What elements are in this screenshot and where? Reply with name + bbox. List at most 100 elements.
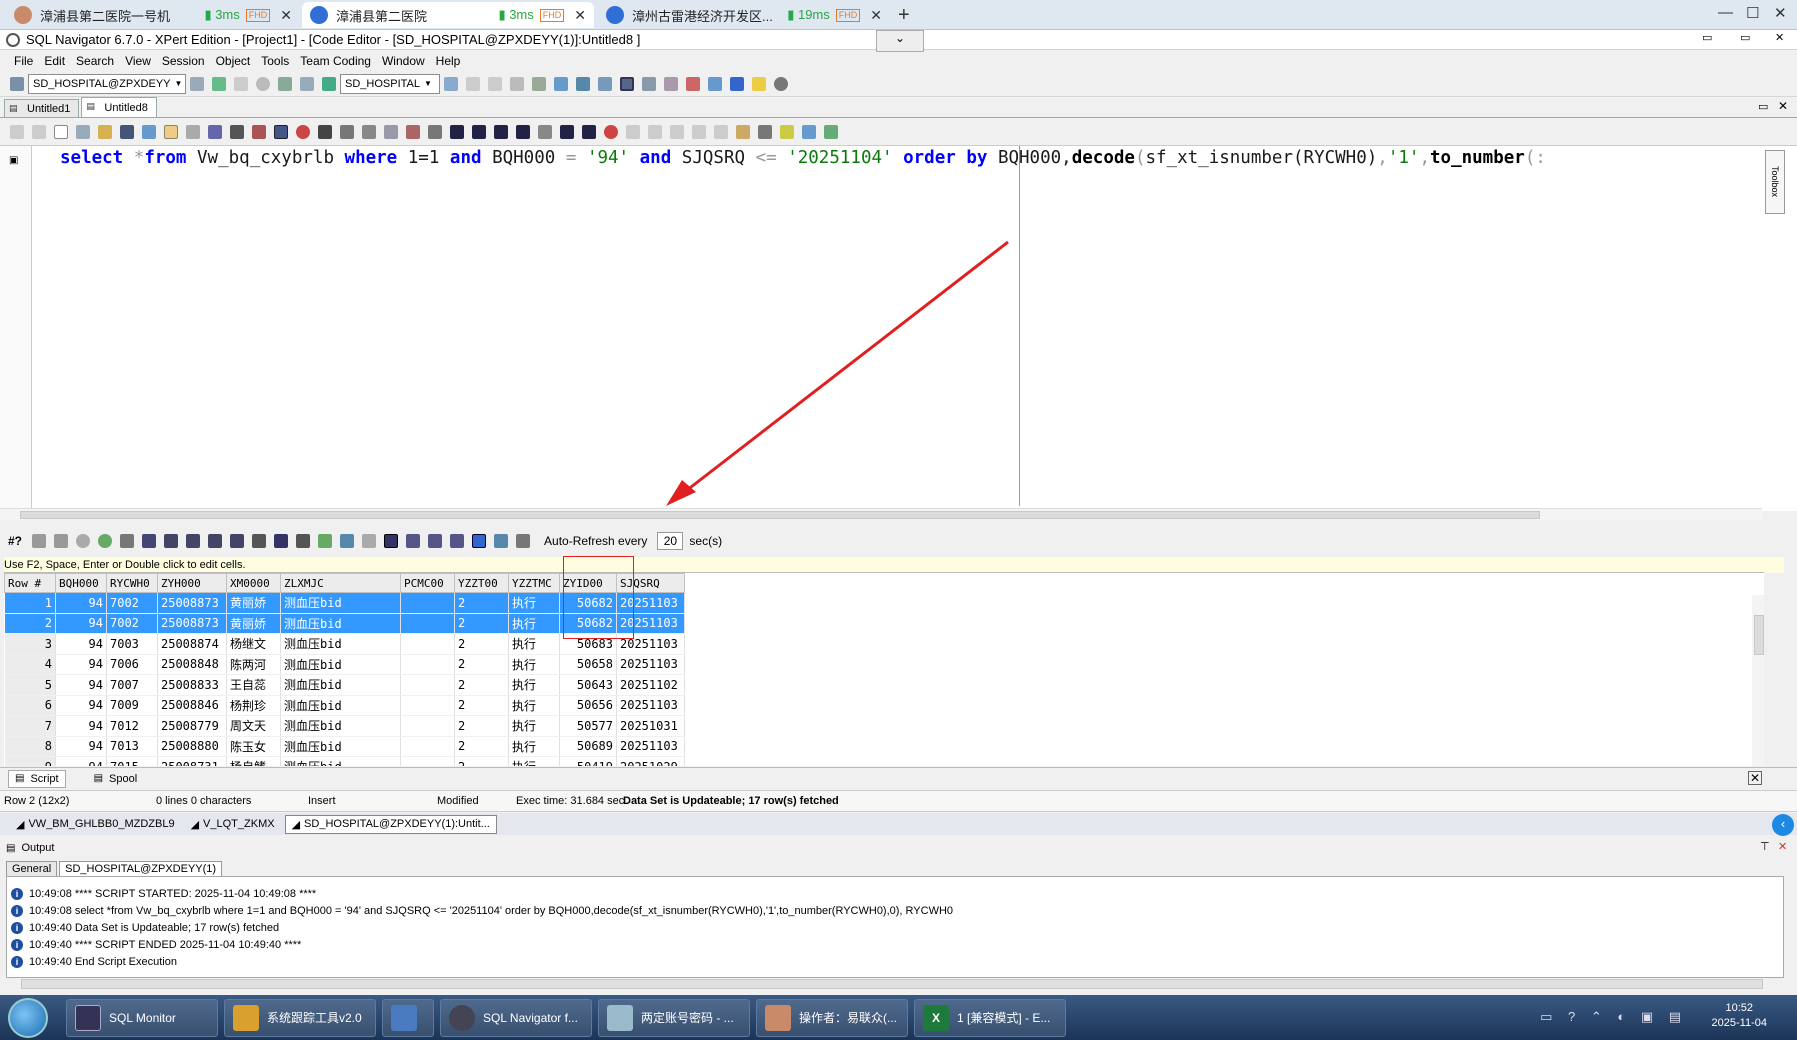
col-xm0000[interactable]: XM0000 <box>226 573 281 593</box>
tool-icon[interactable] <box>516 534 531 548</box>
tool-icon[interactable] <box>686 76 700 91</box>
close-icon[interactable]: ✕ <box>280 7 292 24</box>
cell-cw[interactable]: 7012 <box>106 715 158 737</box>
cell-zt[interactable]: 2 <box>454 736 509 757</box>
app-minimize-icon[interactable]: ▭ <box>1702 31 1712 44</box>
cell-zyh[interactable]: 25008873 <box>157 613 227 634</box>
tool-icon[interactable] <box>802 125 816 139</box>
menu-team-coding[interactable]: Team Coding <box>300 54 371 68</box>
col-zyh000[interactable]: ZYH000 <box>157 573 227 593</box>
cell-zt[interactable]: 2 <box>454 592 509 614</box>
cell-zl[interactable]: 测血压bid <box>280 592 401 614</box>
taskbar-excel[interactable]: X1 [兼容模式] - E... <box>914 998 1066 1037</box>
cell-id[interactable]: 50689 <box>559 736 617 757</box>
cell-xm[interactable]: 杨继文 <box>226 633 281 655</box>
maximize-icon[interactable]: ☐ <box>1746 4 1759 22</box>
table-row[interactable]: 994701525008731杨自鳍测血压bid 2执行5041920251029 <box>4 756 685 766</box>
tool-icon[interactable] <box>488 76 502 91</box>
gear-icon[interactable] <box>774 76 788 91</box>
connect-icon[interactable] <box>10 76 24 91</box>
step-icon[interactable] <box>516 125 530 139</box>
taskbar-app[interactable] <box>382 998 434 1037</box>
cell-rq[interactable]: 20251103 <box>616 695 685 716</box>
tab-untitled1[interactable]: ▤ Untitled1 <box>4 99 80 117</box>
tool-icon[interactable] <box>296 125 310 139</box>
cell-cw[interactable]: 7003 <box>106 633 158 655</box>
table-row[interactable]: 5 94 7007 25008833 王自蕊 测血压bid 2 执行 50643 20251102 <box>4 674 685 696</box>
tool-icon[interactable] <box>642 76 656 91</box>
cell-n[interactable]: 3 <box>4 633 56 655</box>
cell-zt[interactable]: 2 <box>454 715 509 737</box>
cell-ztmc[interactable]: 执行 <box>508 633 560 655</box>
cell-n[interactable]: 8 <box>4 736 56 757</box>
tool-icon[interactable] <box>598 76 612 91</box>
scroll-thumb[interactable] <box>1754 615 1764 655</box>
window-tab-v-lqt[interactable]: ◢ V_LQT_ZKMX <box>185 816 281 833</box>
cell-ztmc[interactable]: 执行 <box>508 695 560 716</box>
cell-zt[interactable]: 2 <box>454 695 509 716</box>
stop-icon[interactable] <box>538 125 552 139</box>
cell-ztmc[interactable]: 执行 <box>508 756 560 766</box>
cell-bq[interactable]: 94 <box>55 715 107 737</box>
cell-zt[interactable]: 2 <box>454 654 509 675</box>
cell-xm[interactable]: 杨荆珍 <box>226 695 281 716</box>
cell-bq[interactable]: 94 <box>55 756 107 766</box>
cell-cw[interactable]: 7002 <box>106 592 158 614</box>
clock[interactable]: 10:52 2025-11-04 <box>1712 1001 1767 1031</box>
refresh-session-icon[interactable] <box>212 76 226 91</box>
next-record-icon[interactable] <box>208 534 223 548</box>
cell-ztmc[interactable]: 执行 <box>508 654 560 675</box>
cell-id[interactable]: 50656 <box>559 695 617 716</box>
close-output-icon[interactable]: ✕ <box>1778 840 1787 853</box>
tool-icon[interactable] <box>406 125 420 139</box>
add-row-icon[interactable] <box>252 534 267 548</box>
cell-zt[interactable]: 2 <box>454 633 509 655</box>
cell-zyh[interactable]: 25008880 <box>157 736 227 757</box>
cell-bq[interactable]: 94 <box>55 633 107 655</box>
grid-view-icon[interactable] <box>472 534 487 548</box>
menu-edit[interactable]: Edit <box>44 54 65 68</box>
taskbar-operator[interactable]: 操作者：易联众(... <box>756 998 908 1037</box>
schema-combo[interactable]: SD_HOSPITAL ▼ <box>340 73 440 94</box>
refresh-icon[interactable] <box>98 534 113 548</box>
col-bqh000[interactable]: BQH000 <box>55 573 107 593</box>
cell-rq[interactable]: 20251102 <box>616 674 685 696</box>
cell-zyh[interactable]: 25008874 <box>157 633 227 655</box>
cell-cw[interactable]: 7006 <box>106 654 158 675</box>
save-icon[interactable] <box>120 125 134 139</box>
post-icon[interactable] <box>318 534 333 548</box>
system-tray-icons[interactable]: ▭ ? ⌃ ◐ ▣ ▤ <box>1540 1009 1687 1025</box>
cell-pc[interactable] <box>400 613 455 634</box>
cell-n[interactable]: 5 <box>4 674 56 696</box>
cell-n[interactable]: 1 <box>4 592 56 614</box>
refresh-interval-input[interactable]: 20 <box>657 532 684 550</box>
tab-general[interactable]: General <box>6 861 58 876</box>
cell-pc[interactable] <box>400 756 455 766</box>
folder-icon[interactable] <box>98 125 112 139</box>
menu-file[interactable]: File <box>14 54 33 68</box>
next-icon[interactable] <box>560 125 574 139</box>
tool-icon[interactable] <box>340 125 354 139</box>
tool-icon[interactable] <box>626 125 640 139</box>
cell-n[interactable]: 6 <box>4 695 56 716</box>
tool-icon[interactable] <box>164 125 178 139</box>
clear-filter-icon[interactable] <box>252 125 266 139</box>
cell-bq[interactable]: 94 <box>55 695 107 716</box>
tool-icon[interactable] <box>576 76 590 91</box>
tool-icon[interactable] <box>384 125 398 139</box>
tab-session-output[interactable]: SD_HOSPITAL@ZPXDEYY(1) <box>59 861 223 876</box>
output-horizontal-scrollbar[interactable] <box>21 979 1763 989</box>
browser-tab-3[interactable]: 漳州古雷港经济开发区... ▮ 19ms FHD ✕ <box>598 2 890 28</box>
tool-icon[interactable] <box>692 125 706 139</box>
breakpoint-icon[interactable] <box>604 125 618 139</box>
cell-zl[interactable]: 测血压bid <box>280 736 401 757</box>
menu-window[interactable]: Window <box>382 54 425 68</box>
tool-icon[interactable] <box>186 125 200 139</box>
toolbox-panel[interactable]: Toolbox <box>1765 150 1785 214</box>
taskbar-trace-tool[interactable]: 系统跟踪工具v2.0 <box>224 998 376 1037</box>
cell-rq[interactable]: 20251103 <box>616 654 685 675</box>
scroll-thumb[interactable] <box>20 511 1540 519</box>
cell-rq[interactable]: 20251103 <box>616 736 685 757</box>
cell-ztmc[interactable]: 执行 <box>508 715 560 737</box>
delete-row-icon[interactable] <box>296 534 311 548</box>
